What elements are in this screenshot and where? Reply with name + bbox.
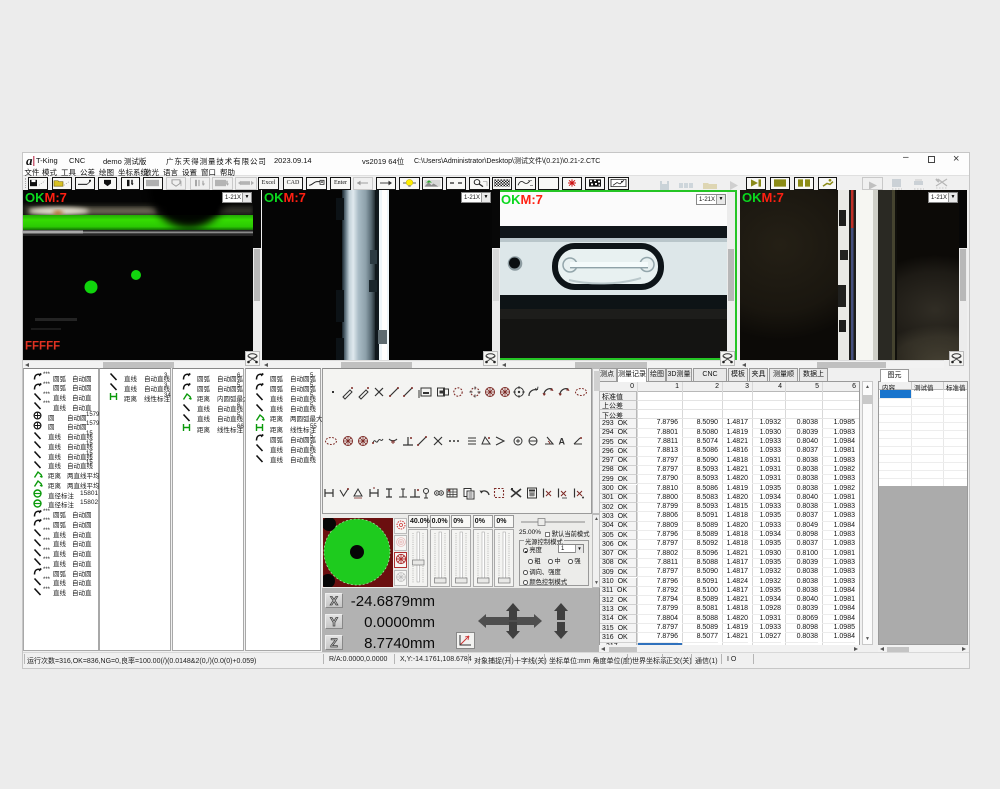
- svg-text:FFFFF: FFFFF: [25, 341, 60, 353]
- svg-text:A: A: [559, 437, 566, 447]
